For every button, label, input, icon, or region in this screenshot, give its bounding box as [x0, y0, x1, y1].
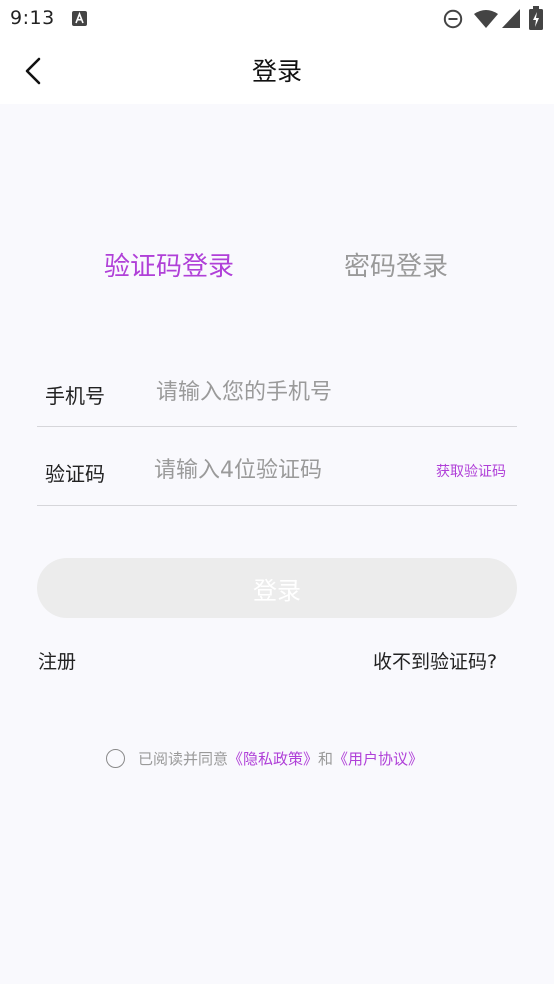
- no-code-link[interactable]: 收不到验证码?: [373, 647, 497, 674]
- code-label: 验证码: [45, 462, 105, 486]
- status-time: 9:13: [10, 7, 55, 29]
- page-title: 登录: [251, 57, 302, 86]
- login-button[interactable]: 登录: [37, 558, 517, 618]
- tab-password-login[interactable]: 密码登录: [344, 246, 448, 283]
- user-agreement-link[interactable]: 《用户协议》: [333, 748, 423, 769]
- code-input[interactable]: [154, 454, 414, 486]
- tab-sms-login[interactable]: 验证码登录: [104, 246, 234, 283]
- register-link[interactable]: 注册: [38, 647, 76, 674]
- nav-bar: 登录: [0, 38, 554, 104]
- signal-icon: [502, 9, 520, 28]
- code-divider: [37, 505, 517, 506]
- agreement-row: 已阅读并同意 《隐私政策》 和 《用户协议》: [106, 746, 423, 770]
- text-a-icon: [72, 11, 87, 26]
- status-bar: 9:13: [0, 0, 554, 38]
- get-code-button[interactable]: 获取验证码: [436, 461, 506, 481]
- agreement-radio[interactable]: [106, 748, 125, 768]
- phone-divider: [37, 426, 517, 427]
- wifi-icon: [474, 10, 498, 28]
- privacy-policy-link[interactable]: 《隐私政策》: [228, 748, 318, 769]
- battery-charging-icon: [529, 6, 543, 30]
- agreement-prefix: 已阅读并同意: [138, 749, 229, 768]
- agreement-and: 和: [318, 749, 334, 768]
- do-not-disturb-icon: [443, 9, 463, 29]
- phone-input[interactable]: [156, 376, 496, 408]
- phone-label: 手机号: [45, 384, 105, 408]
